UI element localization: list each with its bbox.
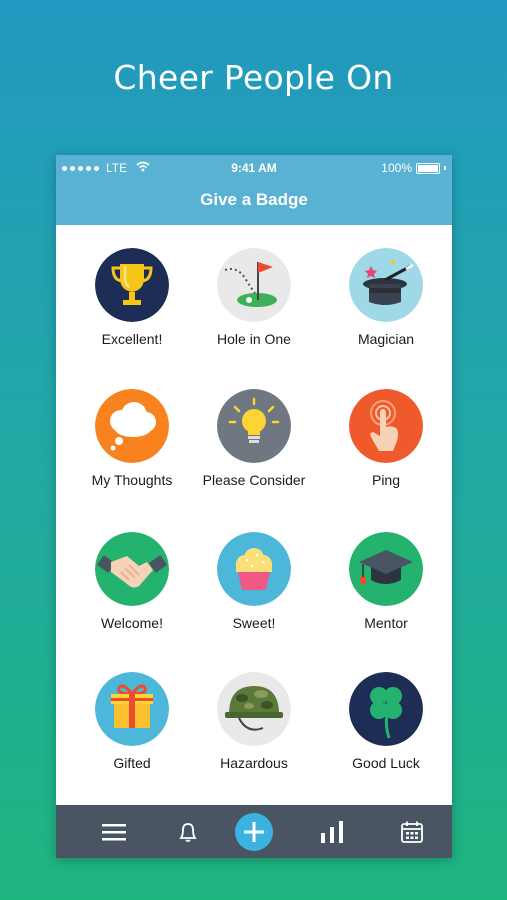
cupcake-icon <box>217 532 291 606</box>
badge-label: Hole in One <box>217 331 291 347</box>
badge-label: Ping <box>371 472 401 488</box>
status-bar: LTE 9:41 AM 100% <box>56 155 452 181</box>
badge-grid: Excellent! Hole in One Magician My Thoug… <box>56 227 452 805</box>
stats-icon[interactable] <box>302 805 362 858</box>
badge-welcome[interactable]: Welcome! <box>66 532 198 631</box>
badge-label: Excellent! <box>101 331 163 347</box>
tap-finger-icon <box>349 389 423 463</box>
battery-tip <box>444 166 446 170</box>
badge-label: Sweet! <box>232 615 276 631</box>
helmet-icon <box>217 672 291 746</box>
badge-excellent[interactable]: Excellent! <box>66 248 198 347</box>
badge-label: Hazardous <box>220 755 288 771</box>
nav-title: Give a Badge <box>56 181 452 225</box>
badge-label: Good Luck <box>352 755 420 771</box>
tab-bar <box>56 805 452 858</box>
menu-icon[interactable] <box>84 805 144 858</box>
badge-my-thoughts[interactable]: My Thoughts <box>66 389 198 488</box>
badge-label: Magician <box>357 331 415 347</box>
badge-sweet[interactable]: Sweet! <box>188 532 320 631</box>
badge-please-consider[interactable]: Please Consider <box>188 389 320 488</box>
battery-status: 100% <box>381 161 446 175</box>
badge-hazardous[interactable]: Hazardous <box>188 672 320 771</box>
badge-magician[interactable]: Magician <box>320 248 452 347</box>
badge-label: My Thoughts <box>91 472 173 488</box>
badge-gifted[interactable]: Gifted <box>66 672 198 771</box>
bell-icon[interactable] <box>158 805 218 858</box>
battery-label: 100% <box>381 161 412 175</box>
badge-label: Please Consider <box>202 472 306 488</box>
badge-mentor[interactable]: Mentor <box>320 532 452 631</box>
badge-ping[interactable]: Ping <box>320 389 452 488</box>
battery-icon <box>416 162 440 174</box>
badge-label: Gifted <box>113 755 151 771</box>
graduation-cap-icon <box>349 532 423 606</box>
add-icon[interactable] <box>224 805 284 858</box>
gift-icon <box>95 672 169 746</box>
golf-flag-icon <box>217 248 291 322</box>
thought-bubble-icon <box>95 389 169 463</box>
lightbulb-icon <box>217 389 291 463</box>
magic-hat-icon <box>349 248 423 322</box>
badge-label: Welcome! <box>101 615 163 631</box>
headline: Cheer People On <box>113 58 394 97</box>
badge-good-luck[interactable]: Good Luck <box>320 672 452 771</box>
badge-hole-in-one[interactable]: Hole in One <box>188 248 320 347</box>
phone-screen: LTE 9:41 AM 100% Give a Badge Excellent!… <box>56 155 452 858</box>
calendar-icon[interactable] <box>382 805 442 858</box>
handshake-icon <box>95 532 169 606</box>
trophy-icon <box>95 248 169 322</box>
clover-icon <box>349 672 423 746</box>
badge-label: Mentor <box>364 615 408 631</box>
